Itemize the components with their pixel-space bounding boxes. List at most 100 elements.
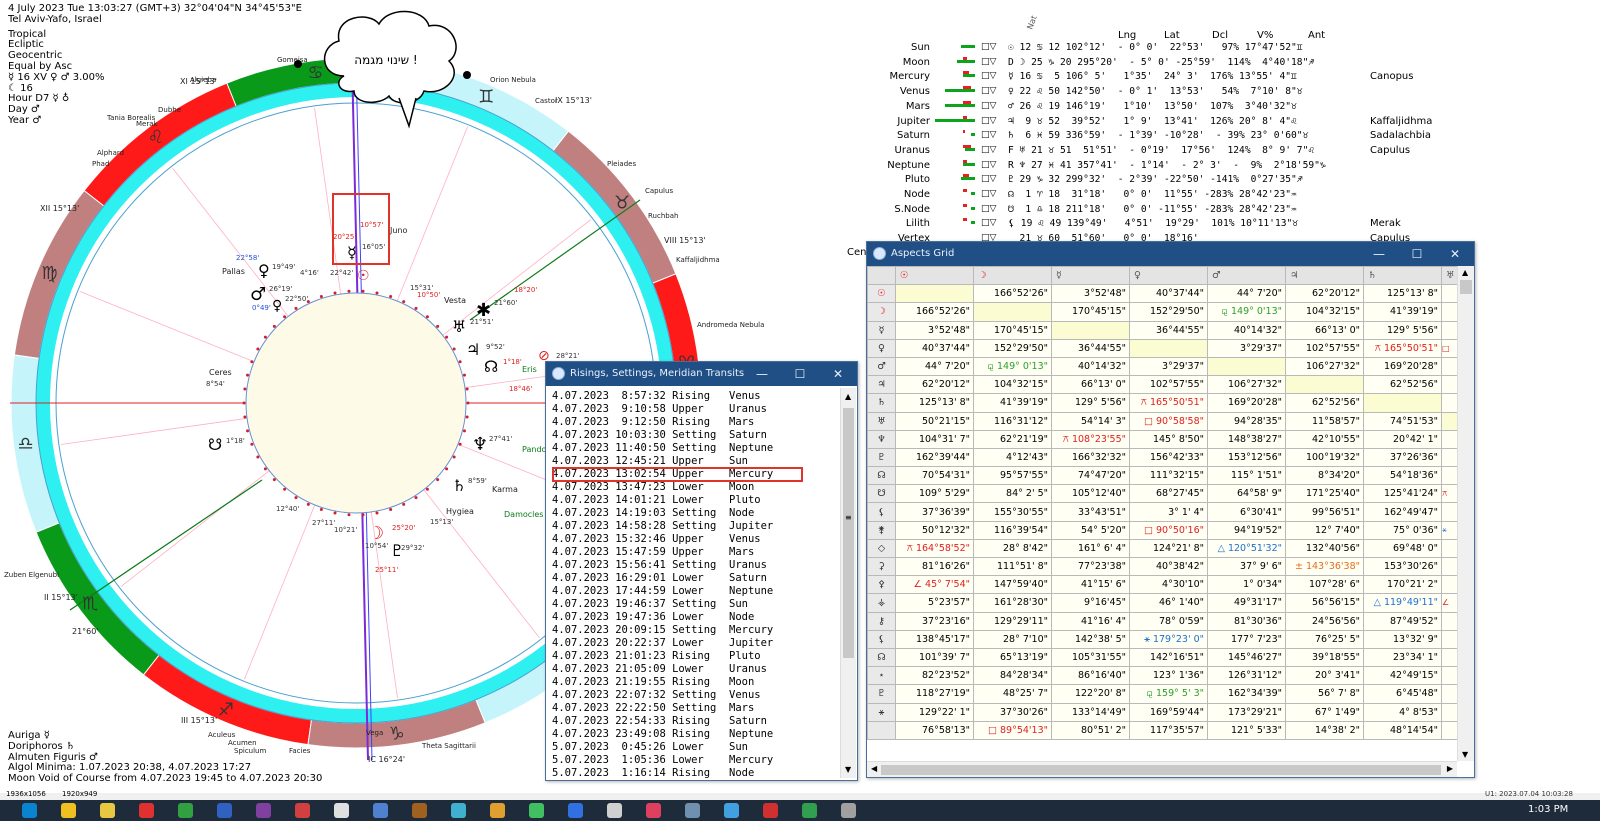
aspect-cell[interactable]: 117°35'57" [1129,720,1208,740]
aspect-cell[interactable] [1441,666,1459,686]
aspect-cell[interactable]: 116°31'12" [973,411,1052,431]
aspect-cell[interactable] [1441,284,1459,304]
aspect-cell[interactable]: 129°29'11" [973,611,1052,631]
aspect-cell[interactable]: 162°49'47" [1363,502,1442,522]
aspect-cell[interactable]: 40°38'42" [1129,556,1208,577]
aspect-cell[interactable] [1441,647,1459,668]
aspect-cell[interactable]: 78° 0'59" [1129,611,1208,631]
aspect-cell[interactable] [1441,429,1459,449]
grid-row-header[interactable]: ♃ [867,375,896,395]
taskbar-app-icon[interactable] [295,803,310,818]
transit-entry[interactable]: 4.07.2023 22:22:50 Setting Mars [552,702,773,715]
aspect-cell[interactable]: 76°25' 5" [1285,629,1364,649]
aspect-cell[interactable]: 62°20'12" [1285,284,1364,304]
aspect-cell[interactable]: 84° 2' 5" [973,484,1052,504]
aspect-cell[interactable]: 48°25' 7" [973,684,1052,704]
aspect-cell[interactable]: 76°58'13" [895,720,974,740]
aspect-cell[interactable]: □ 89°54'13" [973,720,1052,740]
transit-entry[interactable]: 4.07.2023 8:57:32 Rising Venus [552,390,773,403]
transit-entry[interactable]: 4.07.2023 21:05:09 Lower Uranus [552,663,773,676]
aspect-cell[interactable]: 41°39'19" [973,393,1052,413]
aspect-cell[interactable]: 101°39' 7" [895,647,974,668]
aspect-cell[interactable]: 152°29'50" [973,338,1052,358]
aspect-cell[interactable]: 169°20'28" [1207,393,1286,413]
aspect-cell[interactable]: 56°56'15" [1285,593,1364,613]
grid-col-header[interactable]: ☿ [1051,265,1130,286]
aspect-cell[interactable]: ⚼ 149° 0'13" [1207,302,1286,322]
aspect-cell[interactable]: 50°12'32" [895,520,974,540]
aspect-cell[interactable]: 41°16' 4" [1051,611,1130,631]
aspect-cell[interactable]: 153°12'56" [1207,447,1286,468]
taskbar-app-icon[interactable] [100,803,115,818]
transit-entry[interactable]: 4.07.2023 16:29:01 Lower Saturn [552,572,773,585]
transit-entry[interactable]: 4.07.2023 21:19:55 Rising Moon [552,676,773,689]
aspect-cell[interactable]: 142°38' 5" [1051,629,1130,649]
aspect-cell[interactable]: ⚼ 159° 5' 3" [1129,684,1208,704]
aspect-cell[interactable]: 75° 0'36" [1363,520,1442,540]
aspect-cell[interactable]: 133°14'49" [1051,702,1130,722]
aspect-cell[interactable]: 155°30'55" [973,502,1052,522]
aspect-cell[interactable]: 126°31'12" [1207,666,1286,686]
transit-entry[interactable]: 4.07.2023 22:07:32 Setting Venus [552,689,773,702]
grid-row-header[interactable]: ♅ [867,411,896,431]
taskbar-app-icon[interactable] [841,803,856,818]
aspect-cell[interactable]: 4°30'10" [1129,575,1208,595]
taskbar-clock[interactable]: 1:03 PM [1528,804,1568,815]
minimize-button[interactable]: — [743,362,781,386]
taskbar-app-icon[interactable] [451,803,466,818]
aspect-cell[interactable]: 28° 7'10" [973,629,1052,649]
grid-row-header[interactable]: ♀ [867,338,896,358]
aspect-cell[interactable] [1441,447,1459,468]
aspect-cell[interactable]: 62°52'56" [1363,375,1442,395]
taskbar-app-icon[interactable] [490,803,505,818]
aspect-cell[interactable]: 1° 0'34" [1207,575,1286,595]
aspect-cell[interactable] [1441,538,1459,559]
aspects-vscroll[interactable]: ▲ ▼ [1457,266,1474,761]
grid-row-header[interactable]: ☿ [867,320,896,340]
transit-entry[interactable]: 4.07.2023 15:32:46 Upper Venus [552,533,773,546]
taskbar-app-icon[interactable] [763,803,778,818]
aspect-cell[interactable] [1363,393,1442,413]
transit-entry[interactable]: 4.07.2023 9:10:58 Upper Uranus [552,403,773,416]
aspect-cell[interactable]: 40°14'32" [1051,356,1130,377]
transit-entry[interactable]: 4.07.2023 15:47:59 Upper Mars [552,546,773,559]
aspect-cell[interactable]: 37°36'39" [895,502,974,522]
aspect-cell[interactable]: 173°29'21" [1207,702,1286,722]
aspect-cell[interactable]: 162°34'39" [1207,684,1286,704]
aspect-cell[interactable] [1441,356,1459,377]
risings-scrollbar[interactable]: ▲ ≡ ▼ [840,388,856,778]
aspect-cell[interactable] [1441,411,1459,431]
aspect-cell[interactable]: 40°37'44" [1129,284,1208,304]
taskbar-app-icon[interactable] [724,803,739,818]
aspect-cell[interactable]: 156°42'33" [1129,447,1208,468]
aspect-cell[interactable]: 12° 7'40" [1285,520,1364,540]
aspect-cell[interactable]: 3°29'37" [1207,338,1286,358]
aspect-cell[interactable]: 62°52'56" [1285,393,1364,413]
aspect-cell[interactable]: 14°38' 2" [1285,720,1364,740]
aspect-cell[interactable]: 42°10'55" [1285,429,1364,449]
aspect-cell[interactable]: 80°51' 2" [1051,720,1130,740]
aspect-cell[interactable]: 171°25'40" [1285,484,1364,504]
aspect-cell[interactable]: ⚻ 165°50'51" [1129,393,1208,413]
grid-col-header[interactable]: ☉ [895,265,974,286]
aspect-cell[interactable]: 162°39'44" [895,447,974,468]
aspect-cell[interactable]: 44° 7'20" [895,356,974,377]
aspects-grid-table[interactable]: ☉ ☽ ☿ ♀ ♂ ♃ ♄ ♅ ☉ 166°52'26" 3°52'48" 40°37'44" 44° … [867,265,1459,740]
aspect-cell[interactable]: 153°30'26" [1363,556,1442,577]
maximize-button[interactable]: ☐ [1398,242,1436,266]
aspect-cell[interactable]: 147°59'40" [973,575,1052,595]
grid-col-header[interactable]: ♅ [1441,265,1459,286]
transit-entry[interactable]: 5.07.2023 0:45:26 Lower Sun [552,741,773,754]
aspect-cell[interactable]: 107°28' 6" [1285,575,1364,595]
aspect-cell[interactable]: 106°27'32" [1207,375,1286,395]
aspect-cell[interactable]: 3°52'48" [1051,284,1130,304]
aspect-cell[interactable]: 118°27'19" [895,684,974,704]
aspect-cell[interactable]: 74°51'53" [1363,411,1442,431]
aspect-cell[interactable]: 169°20'28" [1363,356,1442,377]
aspect-cell[interactable]: 39°18'55" [1285,647,1364,668]
risings-window[interactable]: Risings, Settings, Meridian Transits — ☐… [545,361,858,781]
aspect-cell[interactable]: 33°43'51" [1051,502,1130,522]
aspect-cell[interactable]: 104°31' 7" [895,429,974,449]
taskbar-app-icon[interactable] [61,803,76,818]
aspect-cell[interactable]: 50°21'15" [895,411,974,431]
